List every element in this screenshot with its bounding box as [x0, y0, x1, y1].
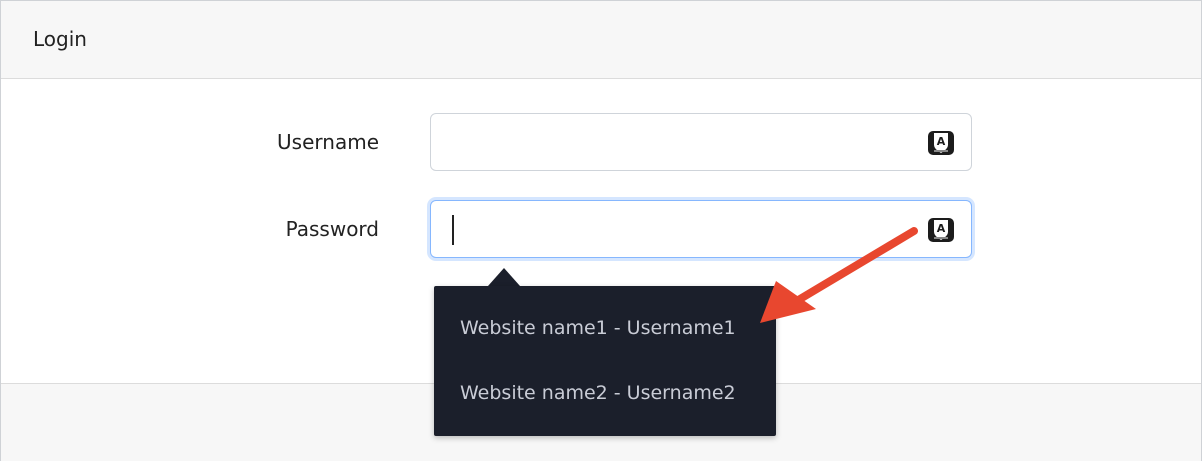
page-title: Login [33, 27, 87, 51]
password-field-wrapper: A [430, 200, 972, 258]
extension-badge-letter: A [937, 135, 946, 148]
username-input[interactable] [431, 114, 911, 170]
dropdown-pointer [488, 268, 520, 286]
suggestion-item[interactable]: Website name1 - Username1 [460, 317, 736, 339]
extension-badge-letter: A [937, 222, 946, 235]
autofill-extension-icon[interactable]: A [927, 217, 955, 243]
card-header: Login [1, 1, 1201, 79]
autofill-extension-icon[interactable]: A [927, 130, 955, 156]
autofill-suggestions-dropdown: Website name1 - Username1 Website name2 … [434, 286, 776, 436]
suggestion-item[interactable]: Website name2 - Username2 [460, 382, 736, 404]
text-caret [452, 215, 454, 245]
password-label: Password [285, 217, 379, 241]
username-label: Username [277, 130, 379, 154]
password-input[interactable] [431, 201, 911, 257]
username-field-wrapper: A [430, 113, 972, 171]
